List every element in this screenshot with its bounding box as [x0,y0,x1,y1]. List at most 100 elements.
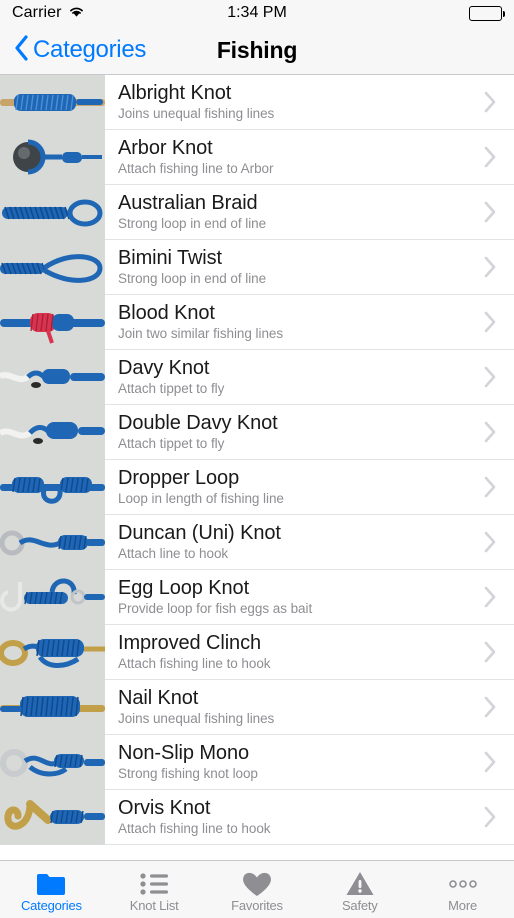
chevron-right-icon[interactable] [470,586,508,608]
knot-photo-duncan-uni [0,515,105,570]
knot-list-row[interactable]: Bimini Twist Strong loop in end of line [0,240,514,295]
chevron-right-icon[interactable] [470,366,508,388]
knot-subtitle: Loop in length of fishing line [118,490,284,506]
knot-row-text: Arbor Knot Attach fishing line to Arbor [118,137,470,177]
knot-subtitle: Attach tippet to fly [118,435,225,451]
knot-list-row[interactable]: Duncan (Uni) Knot Attach line to hook [0,515,514,570]
knot-photo-bimini-twist [0,240,105,295]
status-bar: Carrier 1:34 PM [0,0,514,26]
chevron-right-icon[interactable] [470,91,508,113]
chevron-right-icon[interactable] [470,256,508,278]
knot-row-body: Arbor Knot Attach fishing line to Arbor [105,130,514,185]
chevron-right-icon[interactable] [470,641,508,663]
knot-row-body: Australian Braid Strong loop in end of li… [105,185,514,240]
knot-photo-nail [0,680,105,735]
knot-title: Egg Loop Knot [118,576,250,599]
knot-row-text: Duncan (Uni) Knot Attach line to hook [118,522,470,562]
wifi-icon [68,3,85,23]
knot-subtitle: Joins unequal fishing lines [118,105,275,121]
chevron-right-icon[interactable] [470,531,508,553]
chevron-right-icon[interactable] [470,751,508,773]
knot-list-row[interactable]: Improved Clinch Attach fishing line to ho… [0,625,514,680]
knot-subtitle: Joins unequal fishing lines [118,710,275,726]
tab-more[interactable]: More [411,861,514,918]
navigation-bar: Categories Fishing [0,26,514,75]
chevron-right-icon[interactable] [470,311,508,333]
battery-full-icon [469,5,505,21]
knot-title: Double Davy Knot [118,411,278,434]
knot-subtitle: Attach tippet to fly [118,380,225,396]
back-button[interactable]: Categories [10,33,150,68]
knot-list-row[interactable]: Arbor Knot Attach fishing line to Arbor [0,130,514,185]
knot-list-row[interactable]: Blood Knot Join two similar fishing lines [0,295,514,350]
knot-list-row[interactable]: Nail Knot Joins unequal fishing lines [0,680,514,735]
carrier-label: Carrier [12,4,62,21]
tab-label: Favorites [231,898,283,913]
knot-subtitle: Attach line to hook [118,545,229,561]
knot-row-body: Blood Knot Join two similar fishing lines [105,295,514,350]
tab-label: Categories [20,898,82,913]
knot-title: Bimini Twist [118,246,223,269]
tab-knot-list[interactable]: Knot List [103,861,206,918]
knot-row-body: Improved Clinch Attach fishing line to ho… [105,625,514,680]
knot-list[interactable]: Albright Knot Joins unequal fishing lines… [0,75,514,860]
knot-photo-blood [0,295,105,350]
knot-list-row[interactable]: Davy Knot Attach tippet to fly [0,350,514,405]
chevron-right-icon[interactable] [470,696,508,718]
knot-photo-dropper-loop [0,460,105,515]
knot-subtitle: Strong loop in end of line [118,215,267,231]
knot-photo-non-slip-mono [0,735,105,790]
knot-list-row[interactable]: Dropper Loop Loop in length of fishing li… [0,460,514,515]
knot-row-text: Australian Braid Strong loop in end of li… [118,192,470,232]
knot-photo-davy [0,350,105,405]
knot-row-text: Dropper Loop Loop in length of fishing li… [118,467,470,507]
knot-row-body: Non-Slip Mono Strong fishing knot loop [105,735,514,790]
knot-subtitle: Attach fishing line to hook [118,655,271,671]
tab-categories[interactable]: Categories [0,861,103,918]
knot-list-row[interactable]: Non-Slip Mono Strong fishing knot loop [0,735,514,790]
status-bar-left: Carrier [12,3,85,23]
chevron-right-icon[interactable] [470,806,508,828]
knot-list-row[interactable]: Egg Loop Knot Provide loop for fish eggs … [0,570,514,625]
knot-subtitle: Attach fishing line to hook [118,820,271,836]
knot-row-body: Orvis Knot Attach fishing line to hook [105,790,514,845]
knot-subtitle: Strong fishing knot loop [118,765,258,781]
knot-title: Arbor Knot [118,136,213,159]
knot-row-text: Orvis Knot Attach fishing line to hook [118,797,470,837]
chevron-right-icon[interactable] [470,421,508,443]
knot-photo-albright [0,75,105,130]
knot-list-row[interactable]: Orvis Knot Attach fishing line to hook [0,790,514,845]
tab-label: Safety [341,898,378,913]
knot-list-row[interactable]: Australian Braid Strong loop in end of li… [0,185,514,240]
knot-list-row[interactable]: Albright Knot Joins unequal fishing lines [0,75,514,130]
knot-title: Non-Slip Mono [118,741,249,764]
chevron-right-icon[interactable] [470,476,508,498]
folder-icon [36,870,66,897]
knot-title: Nail Knot [118,686,199,709]
knot-subtitle: Attach fishing line to Arbor [118,160,274,176]
knot-photo-orvis [0,790,105,845]
knot-row-body: Albright Knot Joins unequal fishing lines [105,75,514,130]
knot-row-text: Double Davy Knot Attach tippet to fly [118,412,470,452]
knot-title: Dropper Loop [118,466,240,489]
knot-row-text: Blood Knot Join two similar fishing lines [118,302,470,342]
app-root: Carrier 1:34 PM Categories Fishing Albri… [0,0,514,918]
chevron-right-icon[interactable] [470,201,508,223]
knot-row-body: Duncan (Uni) Knot Attach line to hook [105,515,514,570]
heart-icon [242,870,272,897]
knot-photo-egg-loop [0,570,105,625]
knot-list-row[interactable]: Double Davy Knot Attach tippet to fly [0,405,514,460]
status-bar-right [469,5,505,21]
back-button-label: Categories [33,36,147,63]
knot-title: Blood Knot [118,301,215,324]
knot-row-body: Bimini Twist Strong loop in end of line [105,240,514,295]
tab-safety[interactable]: Safety [308,861,411,918]
chevron-right-icon[interactable] [470,146,508,168]
knot-row-body: Egg Loop Knot Provide loop for fish eggs … [105,570,514,625]
tab-bar: Categories Knot List Favorites Safety More [0,860,514,918]
knot-row-text: Bimini Twist Strong loop in end of line [118,247,470,287]
knot-row-text: Non-Slip Mono Strong fishing knot loop [118,742,470,782]
knot-subtitle: Provide loop for fish eggs as bait [118,600,313,616]
knot-row-body: Double Davy Knot Attach tippet to fly [105,405,514,460]
tab-favorites[interactable]: Favorites [206,861,309,918]
